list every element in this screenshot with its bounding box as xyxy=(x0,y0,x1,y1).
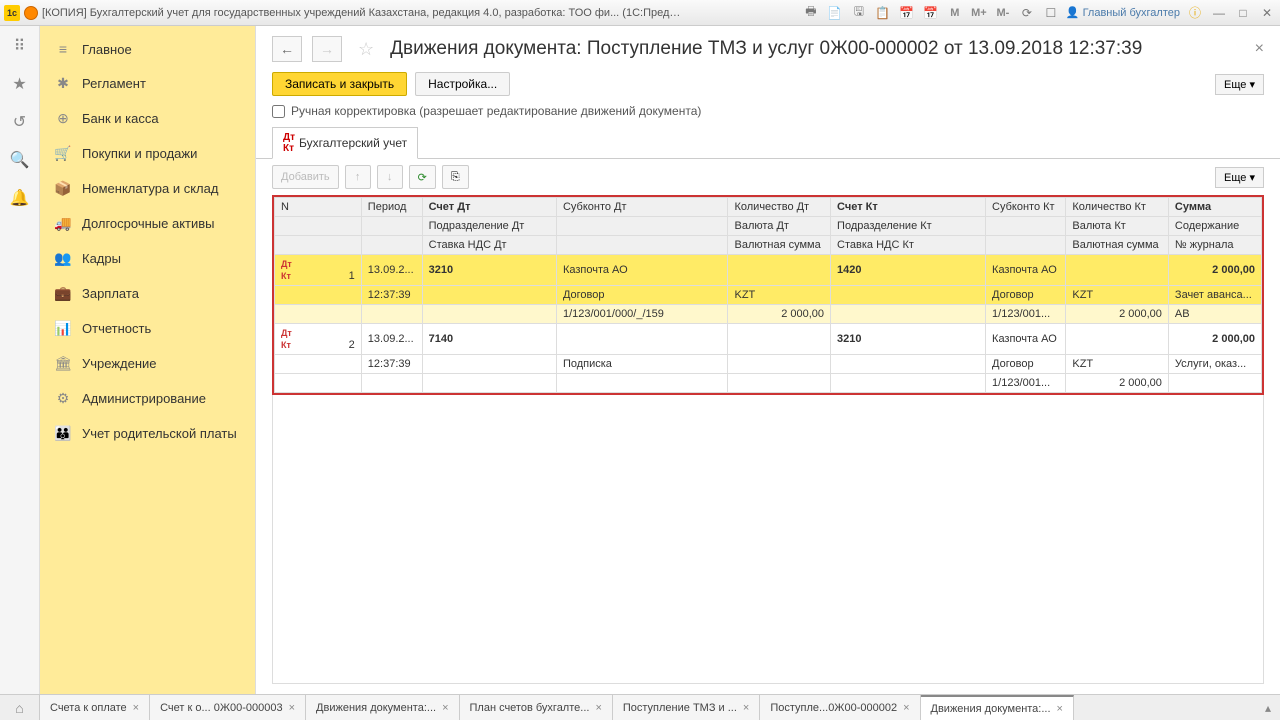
tab-close-icon[interactable]: × xyxy=(289,702,295,714)
titlebar: 1c [КОПИЯ] Бухгалтерский учет для госуда… xyxy=(0,0,1280,26)
maximize-icon[interactable]: □ xyxy=(1234,4,1252,22)
save-icon[interactable]: 🖫 xyxy=(850,4,868,22)
data-table[interactable]: NПериодСчет ДтСубконто ДтКоличество ДтСч… xyxy=(274,197,1262,393)
bank-icon: ⊕ xyxy=(54,110,72,127)
print-icon[interactable]: 🖶 xyxy=(802,4,820,22)
briefcase-icon: 💼 xyxy=(54,285,72,302)
window-title: [КОПИЯ] Бухгалтерский учет для государст… xyxy=(42,7,682,19)
sidebar-item-reports[interactable]: 📊Отчетность xyxy=(40,311,255,346)
bottom-tab[interactable]: Счет к о... 0Ж00-000003× xyxy=(150,695,306,720)
save-close-button[interactable]: Записать и закрыть xyxy=(272,72,407,96)
grid-more-button[interactable]: Еще ▾ xyxy=(1215,167,1264,188)
history-icon[interactable]: ⟳ xyxy=(1018,4,1036,22)
add-button[interactable]: Добавить xyxy=(272,165,339,189)
people-icon: 👥 xyxy=(54,250,72,267)
sidebar-item-hr[interactable]: 👥Кадры xyxy=(40,241,255,276)
table-row[interactable]: 1/123/001...2 000,00 xyxy=(275,374,1262,393)
grid: NПериодСчет ДтСубконто ДтКоличество ДтСч… xyxy=(272,195,1264,395)
notify-icon[interactable]: 🔔 xyxy=(10,188,30,208)
sidebar-item-main[interactable]: ≡Главное xyxy=(40,32,255,66)
collapse-tabs-icon[interactable]: ▴ xyxy=(1256,695,1280,720)
refresh-button[interactable]: ⟳ xyxy=(409,165,436,189)
sidebar-item-admin[interactable]: ⚙Администрирование xyxy=(40,381,255,416)
dt-kt-icon: ДтКт xyxy=(283,132,295,154)
calendar-icon[interactable]: 📅 xyxy=(898,4,916,22)
tab-close-icon[interactable]: × xyxy=(442,702,448,714)
iconbar: ⠿ ★ ↺ 🔍 🔔 xyxy=(0,26,40,694)
dt-kt-row-icon: ДтКт xyxy=(281,328,292,350)
manual-edit-label: Ручная корректировка (разрешает редактир… xyxy=(291,104,701,118)
search-icon[interactable]: 🔍 xyxy=(10,150,30,170)
table-row[interactable]: ДтКт 1 13.09.2...3210Казпочта АО1420Казп… xyxy=(275,255,1262,286)
bottom-tab[interactable]: Поступле...0Ж00-000002× xyxy=(760,695,920,720)
close-doc-icon[interactable]: × xyxy=(1255,40,1264,58)
building-icon: 🏛 xyxy=(54,355,72,372)
star-icon[interactable]: ☆ xyxy=(358,39,374,60)
sidebar-item-stock[interactable]: 📦Номенклатура и склад xyxy=(40,171,255,206)
sidebar-item-org[interactable]: 🏛Учреждение xyxy=(40,346,255,381)
bottom-tab[interactable]: Поступление ТМЗ и ...× xyxy=(613,695,760,720)
sidebar-item-assets[interactable]: 🚚Долгосрочные активы xyxy=(40,206,255,241)
home-tab-icon[interactable]: ⌂ xyxy=(0,695,40,720)
favorite-icon[interactable]: ★ xyxy=(12,74,26,94)
dt-kt-row-icon: ДтКт xyxy=(281,259,292,281)
box-icon: 📦 xyxy=(54,180,72,197)
sidebar: ≡Главное ✱Регламент ⊕Банк и касса 🛒Покуп… xyxy=(40,26,256,694)
user-label[interactable]: 👤 Главный бухгалтер xyxy=(1066,6,1180,19)
forward-button[interactable]: → xyxy=(312,36,342,62)
export-button[interactable]: ⎘ xyxy=(442,165,469,189)
back-button[interactable]: ← xyxy=(272,36,302,62)
more-button[interactable]: Еще ▾ xyxy=(1215,74,1264,95)
settings-button[interactable]: Настройка... xyxy=(415,72,510,96)
sidebar-item-trade[interactable]: 🛒Покупки и продажи xyxy=(40,136,255,171)
tab-accounting[interactable]: ДтКт Бухгалтерский учет xyxy=(272,127,418,159)
m-plus-icon[interactable]: M+ xyxy=(970,4,988,22)
grid-empty-area xyxy=(272,395,1264,684)
close-window-icon[interactable]: ✕ xyxy=(1258,4,1276,22)
menu-icon: ≡ xyxy=(54,41,72,57)
reglament-icon: ✱ xyxy=(54,75,72,92)
history-nav-icon[interactable]: ↺ xyxy=(13,112,26,132)
tab-close-icon[interactable]: × xyxy=(903,702,909,714)
bottom-tab[interactable]: Движения документа:...× xyxy=(306,695,459,720)
tab-close-icon[interactable]: × xyxy=(133,702,139,714)
sidebar-item-bank[interactable]: ⊕Банк и касса xyxy=(40,101,255,136)
tab-close-icon[interactable]: × xyxy=(595,702,601,714)
bottom-tabs: ⌂ Счета к оплате× Счет к о... 0Ж00-00000… xyxy=(0,694,1280,720)
tab-close-icon[interactable]: × xyxy=(743,702,749,714)
bottom-tab-active[interactable]: Движения документа:...× xyxy=(921,695,1074,720)
sidebar-item-reglament[interactable]: ✱Регламент xyxy=(40,66,255,101)
sidebar-item-parent[interactable]: 👪Учет родительской платы xyxy=(40,416,255,451)
table-row[interactable]: 1/123/001/000/_/1592 000,001/123/001...2… xyxy=(275,305,1262,324)
m-icon[interactable]: M xyxy=(946,4,964,22)
manual-edit-checkbox[interactable] xyxy=(272,105,285,118)
compare-icon[interactable]: 📋 xyxy=(874,4,892,22)
dropdown-icon[interactable] xyxy=(24,6,38,20)
print2-icon[interactable]: 📄 xyxy=(826,4,844,22)
table-row[interactable]: 12:37:39ПодпискаДоговорKZTУслуги, оказ..… xyxy=(275,355,1262,374)
info-icon[interactable]: ⓘ xyxy=(1186,4,1204,22)
bottom-tab[interactable]: Счета к оплате× xyxy=(40,695,150,720)
app-logo-icon: 1c xyxy=(4,5,20,21)
tab-close-icon[interactable]: × xyxy=(1057,703,1063,715)
table-row[interactable]: ДтКт 2 13.09.2...71403210Казпочта АО2 00… xyxy=(275,324,1262,355)
family-icon: 👪 xyxy=(54,425,72,442)
cart-icon: 🛒 xyxy=(54,145,72,162)
apps-icon[interactable]: ⠿ xyxy=(14,36,26,56)
minimize-icon[interactable]: — xyxy=(1210,4,1228,22)
gear-icon: ⚙ xyxy=(54,390,72,407)
chart-icon: 📊 xyxy=(54,320,72,337)
table-row[interactable]: 12:37:39ДоговорKZTДоговорKZTЗачет аванса… xyxy=(275,286,1262,305)
calc-icon[interactable]: 📅 xyxy=(922,4,940,22)
move-down-button[interactable]: ↓ xyxy=(377,165,403,189)
m-minus-icon[interactable]: M- xyxy=(994,4,1012,22)
truck-icon: 🚚 xyxy=(54,215,72,232)
sidebar-item-salary[interactable]: 💼Зарплата xyxy=(40,276,255,311)
content: ← → ☆ Движения документа: Поступление ТМ… xyxy=(256,26,1280,694)
bottom-tab[interactable]: План счетов бухгалте...× xyxy=(460,695,613,720)
move-up-button[interactable]: ↑ xyxy=(345,165,371,189)
panel-icon[interactable]: ☐ xyxy=(1042,4,1060,22)
document-title: Движения документа: Поступление ТМЗ и ус… xyxy=(390,38,1142,60)
